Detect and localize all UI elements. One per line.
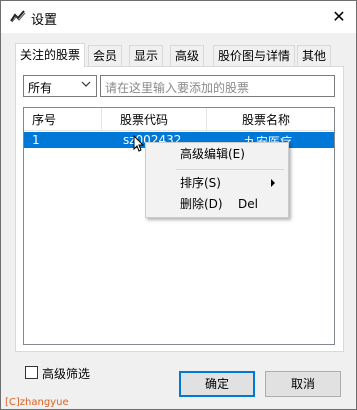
row-index: 1 xyxy=(32,133,40,147)
title-bar: 设置 ✕ xyxy=(1,1,356,33)
column-header-code[interactable]: 股票代码 xyxy=(120,111,168,128)
chart-line-icon xyxy=(10,10,26,23)
close-button[interactable]: ✕ xyxy=(323,3,355,31)
menu-item-label: 排序(S) xyxy=(180,176,221,190)
menu-separator xyxy=(176,169,284,170)
menu-item-sort[interactable]: 排序(S) xyxy=(146,173,288,193)
stock-search-input[interactable]: 请在这里输入要添加的股票 xyxy=(100,75,335,97)
tab-chart-details[interactable]: 股价图与详情 xyxy=(213,45,296,66)
tab-membership[interactable]: 会员 xyxy=(88,45,123,66)
window-title: 设置 xyxy=(31,13,58,28)
advanced-filter-label[interactable]: 高级筛选 xyxy=(42,365,90,382)
column-header-index[interactable]: 序号 xyxy=(32,111,56,128)
tab-other[interactable]: 其他 xyxy=(297,45,332,66)
list-header: 序号 股票代码 股票名称 xyxy=(24,108,334,131)
menu-item-delete[interactable]: 删除(D) Del xyxy=(146,194,288,214)
submenu-arrow-icon xyxy=(271,179,275,187)
settings-dialog: 设置 ✕ 关注的股票 会员 显示 高级 股价图与详情 其他 所有 请在这里输入要… xyxy=(0,0,357,410)
menu-item-label: 删除(D) xyxy=(180,197,223,211)
cancel-button[interactable]: 取消 xyxy=(265,371,341,397)
mouse-cursor-icon xyxy=(133,135,145,152)
search-placeholder: 请在这里输入要添加的股票 xyxy=(105,81,250,95)
tab-advanced[interactable]: 高级 xyxy=(170,45,205,66)
filter-select-value: 所有 xyxy=(28,81,53,95)
close-icon: ✕ xyxy=(332,7,346,26)
column-header-name[interactable]: 股票名称 xyxy=(242,111,290,128)
watermark: [C]zhangyue xyxy=(5,397,69,408)
column-divider[interactable] xyxy=(101,108,102,130)
menu-item-label: 高级编辑(E) xyxy=(180,147,245,161)
column-divider[interactable] xyxy=(206,108,207,130)
tab-display[interactable]: 显示 xyxy=(129,45,164,66)
ok-button[interactable]: 确定 xyxy=(179,371,255,397)
menu-item-shortcut: Del xyxy=(238,197,258,211)
menu-item-advanced-edit[interactable]: 高级编辑(E) xyxy=(146,144,288,164)
advanced-filter-checkbox[interactable] xyxy=(25,366,38,379)
chevron-down-icon xyxy=(81,81,91,87)
context-menu: 高级编辑(E) 排序(S) 删除(D) Del xyxy=(145,142,289,218)
tab-watched-stocks[interactable]: 关注的股票 xyxy=(15,43,86,67)
filter-select[interactable]: 所有 xyxy=(23,75,97,97)
